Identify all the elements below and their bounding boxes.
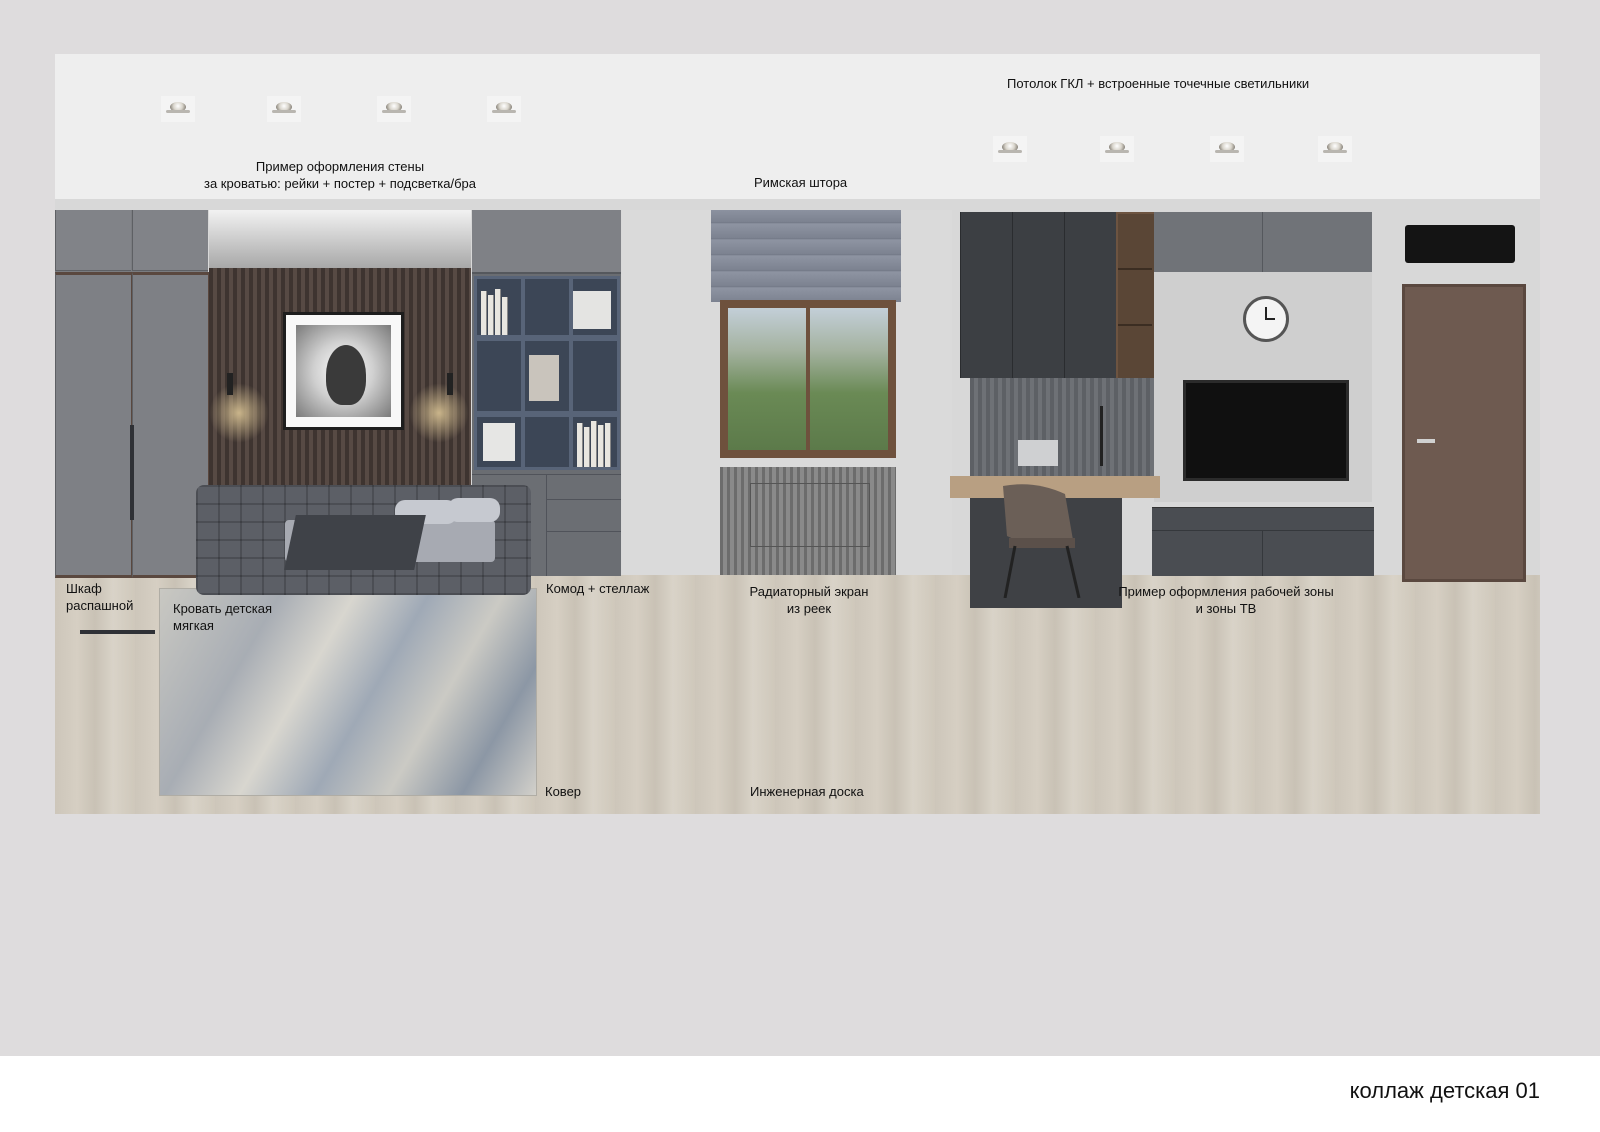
wall-clock-icon bbox=[1243, 296, 1289, 342]
spotlight-icon bbox=[267, 96, 301, 122]
work-zone-cabinet bbox=[960, 212, 1116, 378]
wardrobe-handle-horizontal bbox=[80, 630, 155, 634]
label-ceiling: Потолок ГКЛ + встроенные точечные светил… bbox=[1007, 76, 1310, 91]
label-workzone: Пример оформления рабочей зоны и зоны ТВ bbox=[1118, 584, 1334, 616]
spotlight-icon bbox=[161, 96, 195, 122]
spotlight-icon bbox=[487, 96, 521, 122]
label-radiator: Радиаторный экран из реек bbox=[749, 584, 869, 616]
label-bed: Кровать детская мягкая bbox=[173, 601, 273, 633]
wardrobe-handle-vertical bbox=[130, 425, 134, 520]
sconce-icon bbox=[447, 373, 453, 395]
poster bbox=[283, 312, 404, 430]
open-shelf bbox=[1116, 212, 1158, 382]
tv-console bbox=[1152, 507, 1374, 576]
label-roman-blind: Римская штора bbox=[754, 175, 848, 190]
throw-blanket bbox=[284, 515, 426, 570]
lit-recess bbox=[209, 210, 471, 268]
spotlight-icon bbox=[993, 136, 1027, 162]
desk-back-panel bbox=[970, 378, 1154, 478]
page-caption: коллаж детская 01 bbox=[1349, 1078, 1540, 1103]
radiator-screen bbox=[720, 467, 896, 575]
label-rug: Ковер bbox=[545, 784, 582, 799]
roman-blind bbox=[711, 210, 901, 302]
spotlight-icon bbox=[1100, 136, 1134, 162]
label-wardrobe: Шкаф распашной bbox=[66, 581, 134, 613]
spotlight-icon bbox=[1318, 136, 1352, 162]
spotlight-icon bbox=[1210, 136, 1244, 162]
label-wall-example: Пример оформления стены за кроватью: рей… bbox=[204, 159, 476, 191]
door bbox=[1402, 284, 1526, 582]
desk-lamp-icon bbox=[1100, 406, 1103, 466]
tv bbox=[1183, 380, 1349, 481]
window bbox=[720, 300, 896, 458]
upper-cabinets bbox=[1154, 212, 1372, 272]
pillow bbox=[448, 498, 500, 522]
wardrobe bbox=[55, 210, 211, 634]
label-floor: Инженерная доска bbox=[750, 784, 864, 799]
laptop bbox=[1018, 440, 1058, 466]
spotlight-icon bbox=[377, 96, 411, 122]
label-dresser: Комод + стеллаж bbox=[546, 581, 650, 596]
poster-figure bbox=[326, 345, 366, 405]
air-conditioner-icon bbox=[1405, 225, 1515, 263]
desk-chair bbox=[1003, 484, 1081, 598]
photo-frame bbox=[529, 355, 559, 401]
door-handle-icon bbox=[1417, 439, 1435, 443]
sconce-icon bbox=[227, 373, 233, 395]
